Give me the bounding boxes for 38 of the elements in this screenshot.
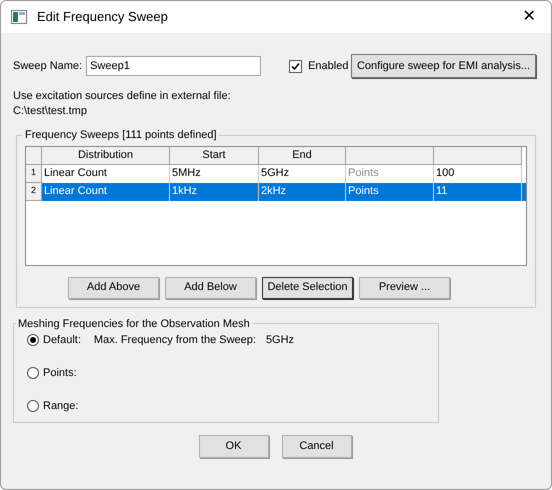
table-cell: 11 <box>434 182 522 200</box>
configure-emi-button[interactable]: Configure sweep for EMI analysis... <box>351 54 536 78</box>
column-header: End <box>259 146 346 164</box>
radio-label: Points: <box>43 366 77 381</box>
radio-label: Default: <box>43 332 81 348</box>
row-number: 2 <box>26 182 42 200</box>
excitation-note: C:\test\test.tmp <box>13 104 88 119</box>
row-number: 1 <box>26 164 42 182</box>
table-row[interactable]: 2 Linear Count 1kHz 2kHz Points 11 <box>26 182 526 200</box>
column-header: Start <box>170 146 259 164</box>
radio-label: Range: <box>43 398 78 414</box>
radio-button[interactable] <box>27 367 39 379</box>
group-title: Frequency Sweeps [111 points defined] <box>24 128 218 143</box>
radio-button[interactable] <box>27 334 39 346</box>
dialog-button[interactable]: Cancel <box>282 435 352 458</box>
table-action-button[interactable]: Add Above <box>68 276 159 298</box>
excitation-note: Use excitation sources define in external file: <box>13 89 232 104</box>
max-frequency-value: 5GHz <box>266 332 294 348</box>
sweep-name-field[interactable]: Sweep1 <box>86 56 262 76</box>
radio-button[interactable] <box>27 400 39 412</box>
column-header: Distribution <box>42 146 170 164</box>
table-cell: Points <box>346 182 434 200</box>
enabled-checkbox[interactable] <box>289 60 302 72</box>
group-title: Meshing Frequencies for the Observation Mesh <box>17 316 251 332</box>
table-cell: 2kHz <box>259 182 346 200</box>
table-action-button[interactable]: Delete Selection <box>262 276 353 298</box>
sweep-name-label: Sweep Name: <box>13 58 82 74</box>
dialog-button[interactable]: OK <box>198 435 268 458</box>
max-frequency-label: Max. Frequency from the Sweep: <box>94 332 256 348</box>
table-action-button[interactable]: Add Below <box>165 276 256 298</box>
app-icon <box>11 10 27 24</box>
close-button[interactable]: ✕ <box>517 5 541 29</box>
corner-cell <box>26 146 42 164</box>
table-cell: Linear Count <box>42 182 170 200</box>
enabled-label: Enabled <box>308 58 348 74</box>
table-action-button[interactable]: Preview ... <box>359 276 450 298</box>
table-cell: 1kHz <box>170 182 259 200</box>
window-title: Edit Frequency Sweep <box>37 8 168 26</box>
